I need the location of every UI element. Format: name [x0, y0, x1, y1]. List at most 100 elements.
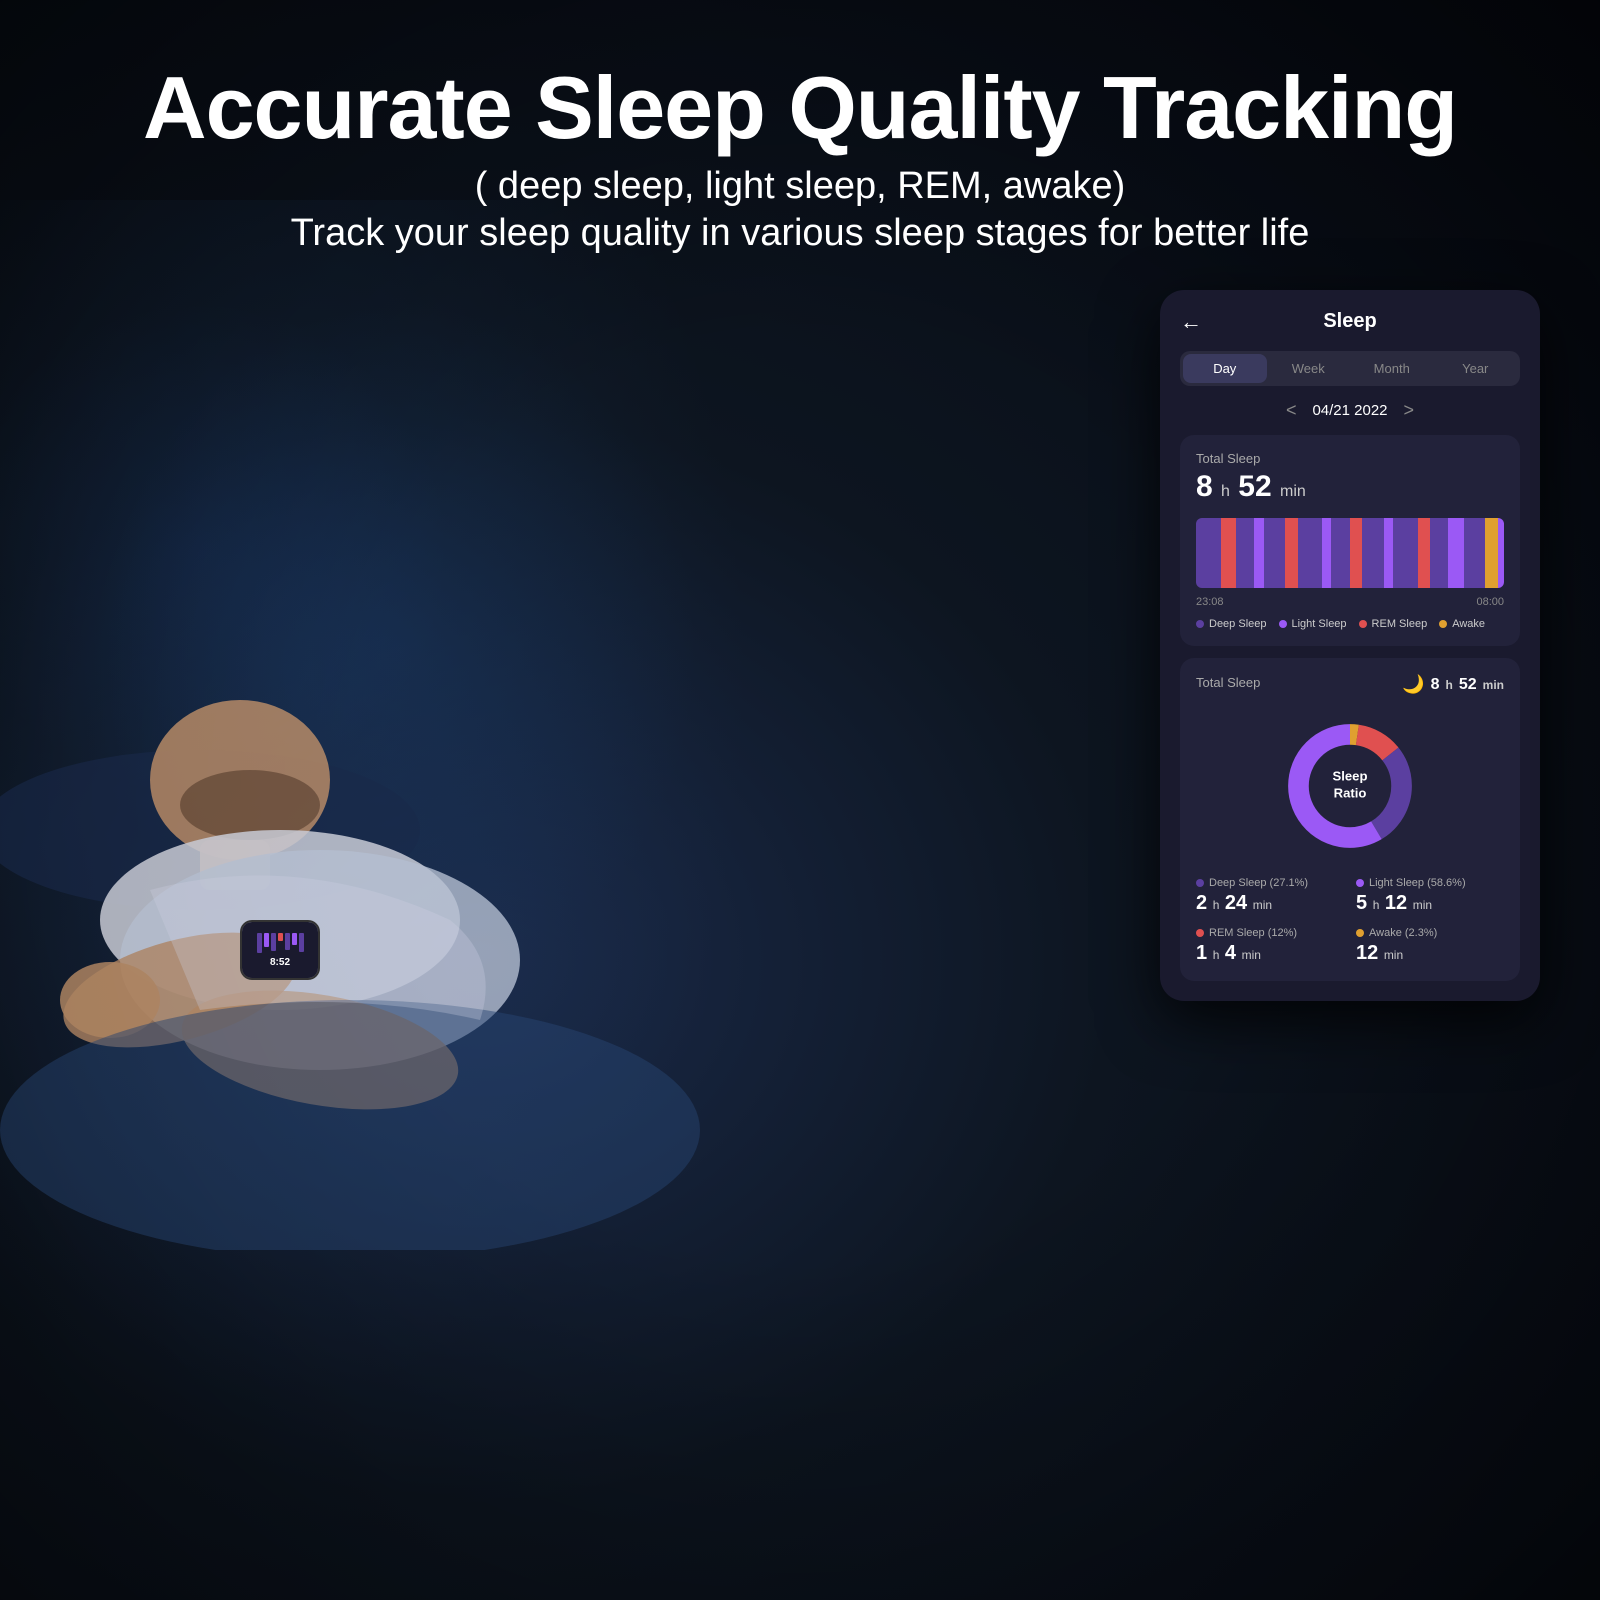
ratio-deep-sleep: Deep Sleep (27.1%) 2 h 24 min — [1196, 877, 1344, 915]
watch-time: 8:52 — [270, 957, 290, 968]
ratio-light-value: 5 h 12 min — [1356, 892, 1504, 915]
header-section: Accurate Sleep Quality Tracking ( deep s… — [143, 0, 1457, 255]
chart-seg-awake — [1485, 518, 1497, 588]
ratio-awake-label: Awake (2.3%) — [1356, 927, 1504, 939]
tab-day[interactable]: Day — [1183, 354, 1267, 383]
chart-seg-light2 — [1322, 518, 1331, 588]
svg-text:Ratio: Ratio — [1334, 785, 1367, 800]
legend-row: Deep Sleep Light Sleep REM Sleep Awake — [1196, 618, 1504, 630]
ratio-deep-value: 2 h 24 min — [1196, 892, 1344, 915]
ratio-hours: 8 — [1431, 676, 1440, 694]
ratio-rem-sleep: REM Sleep (12%) 1 h 4 min — [1196, 927, 1344, 965]
legend-dot-awake — [1439, 620, 1447, 628]
tab-week[interactable]: Week — [1267, 354, 1351, 383]
sleep-time-display: 8 h 52 min — [1196, 470, 1504, 504]
legend-label-rem: REM Sleep — [1372, 618, 1428, 630]
ratio-rem-label: REM Sleep (12%) — [1196, 927, 1344, 939]
legend-dot-deep — [1196, 620, 1204, 628]
watch-screen: 8:52 — [242, 922, 318, 978]
ratio-rem-value: 1 h 4 min — [1196, 942, 1344, 965]
chart-seg-deep4 — [1298, 518, 1323, 588]
svg-text:Sleep: Sleep — [1333, 768, 1368, 783]
chart-seg-rem2 — [1285, 518, 1297, 588]
legend-dot-light — [1279, 620, 1287, 628]
chart-seg-rem — [1221, 518, 1236, 588]
phone-header: ← Sleep — [1180, 310, 1520, 333]
sleep-minutes: 52 — [1238, 470, 1271, 503]
content-wrapper: Accurate Sleep Quality Tracking ( deep s… — [0, 0, 1600, 1600]
sleep-ratio-card: Total Sleep 🌙 8 h 52 min — [1180, 658, 1520, 981]
donut-chart: Sleep Ratio — [1275, 711, 1425, 861]
legend-label-light: Light Sleep — [1292, 618, 1347, 630]
ratio-light-label: Light Sleep (58.6%) — [1356, 877, 1504, 889]
total-sleep-label: Total Sleep — [1196, 451, 1504, 466]
smartwatch-area: 8:52 — [240, 920, 320, 980]
ratio-awake-value: 12 min — [1356, 942, 1504, 965]
legend-label-awake: Awake — [1452, 618, 1485, 630]
total-sleep-card: Total Sleep 8 h 52 min — [1180, 435, 1520, 646]
ratio-mins: 52 — [1459, 676, 1477, 694]
chart-seg-deep3 — [1264, 518, 1286, 588]
ratio-unit-h: h — [1446, 678, 1453, 692]
date-display: 04/21 2022 — [1312, 402, 1387, 419]
legend-deep-sleep: Deep Sleep — [1196, 618, 1267, 630]
date-next-button[interactable]: > — [1404, 400, 1415, 421]
watch-bar — [257, 933, 262, 953]
chart-seg-deep — [1196, 518, 1221, 588]
sleep-hours: 8 — [1196, 470, 1213, 503]
legend-dot-rem — [1359, 620, 1367, 628]
chart-seg-rem3 — [1350, 518, 1362, 588]
chart-seg-light5 — [1498, 518, 1504, 588]
chart-seg-light3 — [1384, 518, 1393, 588]
ratio-deep-dot — [1196, 879, 1204, 887]
ratio-sleep-time: 🌙 8 h 52 min — [1402, 674, 1504, 695]
ratio-deep-label: Deep Sleep (27.1%) — [1196, 877, 1344, 889]
legend-awake: Awake — [1439, 618, 1485, 630]
watch-bar — [299, 933, 304, 952]
watch-bar — [285, 933, 290, 950]
ratio-light-dot — [1356, 879, 1364, 887]
ratio-grid: Deep Sleep (27.1%) 2 h 24 min Light Slee… — [1196, 877, 1504, 965]
watch-bars — [257, 933, 304, 953]
chart-seg-deep6 — [1362, 518, 1384, 588]
ratio-rem-dot — [1196, 929, 1204, 937]
sleep-unit-h: h — [1221, 483, 1230, 500]
donut-container: Sleep Ratio — [1196, 711, 1504, 861]
date-nav: < 04/21 2022 > — [1180, 400, 1520, 421]
chart-seg-deep9 — [1464, 518, 1486, 588]
phone-panel: ← Sleep Day Week Month Year < 04/21 2022… — [1160, 290, 1540, 1001]
chart-seg-light4 — [1448, 518, 1463, 588]
chart-times: 23:08 08:00 — [1196, 596, 1504, 608]
ratio-unit-min: min — [1483, 678, 1504, 692]
ratio-awake-dot — [1356, 929, 1364, 937]
watch-bar — [292, 933, 297, 945]
back-button[interactable]: ← — [1180, 309, 1202, 335]
chart-seg-deep8 — [1430, 518, 1448, 588]
ratio-light-sleep: Light Sleep (58.6%) 5 h 12 min — [1356, 877, 1504, 915]
sleep-chart — [1196, 518, 1504, 588]
subtitle-line1: ( deep sleep, light sleep, REM, awake) — [143, 165, 1457, 208]
watch-bar — [278, 933, 283, 941]
tab-bar: Day Week Month Year — [1180, 351, 1520, 386]
legend-light-sleep: Light Sleep — [1279, 618, 1347, 630]
phone-title: Sleep — [1323, 310, 1376, 333]
main-title: Accurate Sleep Quality Tracking — [143, 60, 1457, 157]
chart-seg-deep7 — [1393, 518, 1418, 588]
subtitle-line2: Track your sleep quality in various slee… — [143, 212, 1457, 255]
chart-seg-deep2 — [1236, 518, 1254, 588]
tab-year[interactable]: Year — [1434, 354, 1518, 383]
chart-seg-deep5 — [1331, 518, 1349, 588]
legend-label-deep: Deep Sleep — [1209, 618, 1267, 630]
ratio-awake: Awake (2.3%) 12 min — [1356, 927, 1504, 965]
sleep-unit-min: min — [1280, 483, 1306, 500]
ratio-card-header: Total Sleep 🌙 8 h 52 min — [1196, 674, 1504, 695]
tab-month[interactable]: Month — [1350, 354, 1434, 383]
legend-rem-sleep: REM Sleep — [1359, 618, 1428, 630]
watch-body: 8:52 — [240, 920, 320, 980]
moon-icon: 🌙 — [1402, 674, 1424, 695]
chart-end-time: 08:00 — [1476, 596, 1504, 608]
chart-seg-rem4 — [1418, 518, 1430, 588]
date-prev-button[interactable]: < — [1286, 400, 1297, 421]
watch-bar — [264, 933, 269, 947]
watch-bar — [271, 933, 276, 951]
